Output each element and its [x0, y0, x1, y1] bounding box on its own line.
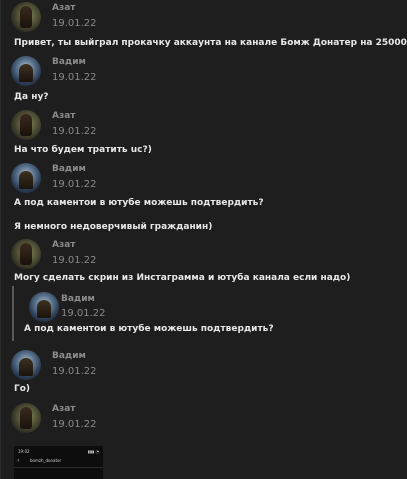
quote-author: Вадим — [61, 294, 95, 304]
message-header: Азат 19.01.22 — [11, 403, 391, 435]
quoted-message[interactable]: Вадим 19.01.22 А под каментои в ютубе мо… — [12, 286, 394, 341]
message-date: 19.01.22 — [52, 419, 97, 430]
author-name[interactable]: Азат — [52, 3, 75, 13]
avatar[interactable] — [11, 56, 41, 86]
author-name[interactable]: Вадим — [52, 57, 86, 67]
author-name[interactable]: Азат — [52, 240, 75, 250]
avatar[interactable] — [11, 239, 41, 269]
divider — [14, 467, 103, 468]
message-header: Вадим 19.01.22 — [11, 163, 391, 195]
avatar[interactable] — [11, 163, 41, 193]
message-header: Вадим 19.01.22 — [11, 350, 391, 382]
message-text: Го) — [14, 384, 31, 394]
quote-date: 19.01.22 — [61, 308, 106, 319]
quote-text: А под каментои в ютубе можешь подтвердит… — [24, 324, 274, 334]
avatar — [29, 292, 59, 322]
back-arrow-icon: ‹ — [17, 457, 20, 464]
message-text: Да ну? — [14, 92, 49, 102]
author-name[interactable]: Азат — [52, 111, 75, 121]
message-text: Могу сделать скрин из Инстаграмма и ютуб… — [14, 273, 351, 283]
profile-handle: bomzh_donater — [30, 458, 62, 463]
message-date: 19.01.22 — [52, 72, 97, 83]
avatar[interactable] — [11, 110, 41, 140]
message-date: 19.01.22 — [52, 255, 97, 266]
avatar[interactable] — [11, 2, 41, 32]
screenshot-time: 19:02 — [18, 449, 30, 454]
chat-thread[interactable]: Азат 19.01.22 Привет, ты выйграл прокачк… — [0, 0, 407, 479]
avatar[interactable] — [11, 403, 41, 433]
message-date: 19.01.22 — [52, 366, 97, 377]
message-date: 19.01.22 — [52, 18, 97, 29]
image-attachment[interactable]: 19:02 ▮▮▮ ◔ ‹ bomzh_donater — [14, 446, 103, 479]
message-header: Азат 19.01.22 — [11, 2, 391, 34]
message-text: Я немного недоверчивый гражданин) — [14, 222, 213, 232]
avatar[interactable] — [11, 350, 41, 380]
message-header: Азат 19.01.22 — [11, 110, 391, 142]
author-name[interactable]: Вадим — [52, 351, 86, 361]
message-date: 19.01.22 — [52, 179, 97, 190]
message-header: Азат 19.01.22 — [11, 239, 391, 271]
author-name[interactable]: Вадим — [52, 164, 86, 174]
message-text: Привет, ты выйграл прокачку аккаунта на … — [14, 38, 407, 48]
signal-battery-icon: ▮▮▮ ◔ — [87, 449, 99, 454]
message-text: А под каментои в ютубе можешь подтвердит… — [14, 198, 264, 208]
message-text: На что будем тратить uc?) — [14, 145, 152, 155]
message-date: 19.01.22 — [52, 126, 97, 137]
message-header: Вадим 19.01.22 — [11, 56, 391, 88]
author-name[interactable]: Азат — [52, 404, 75, 414]
